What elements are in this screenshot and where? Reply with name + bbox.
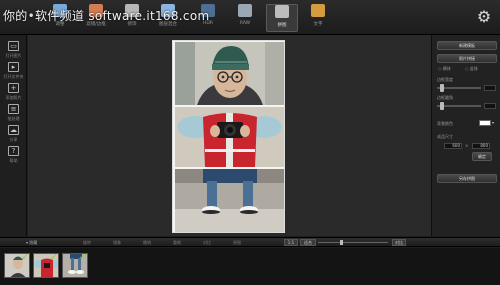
filmstrip: ✓ ✓ ✓	[0, 248, 500, 285]
raw-icon	[238, 4, 252, 17]
corner-slider-knob[interactable]	[440, 102, 444, 110]
collapse-filmstrip-button[interactable]: ▾ 隐藏	[26, 240, 37, 246]
tool-text-label: 文字	[313, 22, 323, 27]
collage-panel-middle[interactable]	[175, 107, 284, 167]
thumbnail[interactable]: ✓	[33, 253, 59, 278]
spacing-slider[interactable]	[437, 84, 481, 92]
zoom-slider[interactable]	[318, 240, 388, 245]
watermark: 你的•软件频道 software.it168.com	[3, 7, 209, 24]
tool-collage[interactable]: 拼图	[266, 4, 298, 32]
tool-collage-label: 拼图	[277, 23, 287, 28]
radio-horizontal-label: 横排	[442, 66, 451, 71]
save-collage-button[interactable]: 另存拼图	[437, 174, 497, 183]
bg-color-swatch[interactable]	[479, 120, 491, 126]
redo-button[interactable]: 重做	[173, 240, 181, 246]
collage-panel-top[interactable]	[175, 42, 284, 105]
open-image-button[interactable]: ▭ 打开图片	[0, 41, 27, 61]
add-photo-label: 添加照片	[5, 95, 22, 100]
spacing-slider-knob[interactable]	[440, 84, 444, 92]
compare-button[interactable]: 对比	[392, 239, 406, 246]
portrait-head-image	[175, 42, 284, 105]
watermark-site: 你的	[3, 9, 28, 23]
radio-vertical-label: 竖排	[469, 66, 478, 71]
folder-open-icon: ▸	[8, 62, 19, 72]
open-image-label: 打开图片	[5, 53, 22, 58]
folder-icon: ▭	[8, 41, 19, 51]
right-panel: 新建模板 照片拼接 ○ 横排 ○ 竖排 边框宽度 边框圆角 背景颜色 ▾ 成品尺…	[431, 35, 500, 236]
batch-label: 批处理	[7, 116, 20, 121]
stitch-button[interactable]: 照片拼接	[437, 54, 497, 63]
rotate-button[interactable]: 旋转	[83, 240, 91, 246]
corner-slider[interactable]	[437, 102, 481, 110]
film-icon	[275, 5, 289, 18]
radio-horizontal[interactable]: ○ 横排	[438, 66, 451, 72]
add-photo-button[interactable]: + 添加照片	[0, 83, 27, 103]
tool-text[interactable]: 文字	[302, 4, 334, 32]
chevron-down-icon[interactable]: ▾	[492, 120, 494, 125]
portrait-legs-image	[175, 169, 284, 232]
open-folder-label: 打开文件夹	[3, 74, 24, 79]
app-window: 你的•软件频道 software.it168.com 调整 滤镜/边框 修饰 图…	[0, 0, 500, 285]
spacing-label: 边框宽度	[437, 77, 453, 82]
open-folder-button[interactable]: ▸ 打开文件夹	[0, 62, 27, 82]
times-icon: ×	[465, 143, 469, 148]
bg-color-label: 背景颜色	[437, 121, 453, 126]
spacing-value[interactable]	[484, 85, 496, 91]
watermark-dot: •	[27, 9, 35, 23]
width-input[interactable]: 600	[444, 143, 462, 149]
portrait-camera-image	[175, 107, 284, 167]
size-label: 成品尺寸	[437, 134, 453, 139]
zoom-slider-knob[interactable]	[340, 240, 343, 245]
left-toolbar: ▭ 打开图片 ▸ 打开文件夹 + 添加照片 ≡ 批处理 ☁ 分享 ? 帮助	[0, 35, 27, 236]
actual-size-button[interactable]: 1:1	[284, 239, 298, 246]
plus-icon: +	[8, 83, 19, 93]
compare-view-button[interactable]: 对比	[203, 240, 211, 246]
share-button[interactable]: ☁ 分享	[0, 125, 27, 145]
batch-button[interactable]: ≡ 批处理	[0, 104, 27, 124]
mirror-button[interactable]: 镜像	[113, 240, 121, 246]
height-input[interactable]: 800	[472, 143, 490, 149]
tool-raw[interactable]: RAW	[229, 4, 261, 32]
apply-size-button[interactable]: 确定	[472, 152, 492, 161]
top-toolbar: 你的•软件频道 software.it168.com 调整 滤镜/边框 修饰 图…	[0, 0, 500, 35]
text-icon	[311, 4, 325, 17]
tool-raw-label: RAW	[239, 21, 251, 26]
corner-value[interactable]	[484, 103, 496, 109]
thumbnail[interactable]: ✓	[62, 253, 88, 278]
radio-vertical[interactable]: ○ 竖排	[465, 66, 478, 72]
checkmark-icon: ✓	[20, 253, 30, 263]
bottom-toolbar: ▾ 隐藏 旋转 镜像 撤销 重做 对比 原图 1:1 适合 对比	[0, 237, 500, 247]
undo-button[interactable]: 撤销	[143, 240, 151, 246]
cloud-icon: ☁	[8, 125, 19, 135]
checkmark-icon: ✓	[49, 253, 59, 263]
gear-icon[interactable]: ⚙	[476, 9, 492, 25]
corner-label: 边框圆角	[437, 95, 453, 100]
help-label: 帮助	[9, 158, 18, 163]
help-icon: ?	[8, 146, 19, 156]
collage-panel-bottom[interactable]	[175, 169, 284, 232]
fit-button[interactable]: 适合	[300, 239, 316, 246]
checkmark-icon: ✓	[78, 253, 88, 263]
share-label: 分享	[9, 137, 18, 142]
original-button[interactable]: 原图	[233, 240, 241, 246]
help-button[interactable]: ? 帮助	[0, 146, 27, 166]
monitor-icon: ≡	[8, 104, 19, 114]
watermark-text: 软件频道 software.it168.com	[35, 9, 210, 23]
collage-preview[interactable]	[172, 40, 285, 233]
new-template-button[interactable]: 新建模板	[437, 41, 497, 50]
thumbnail[interactable]: ✓	[4, 253, 30, 278]
